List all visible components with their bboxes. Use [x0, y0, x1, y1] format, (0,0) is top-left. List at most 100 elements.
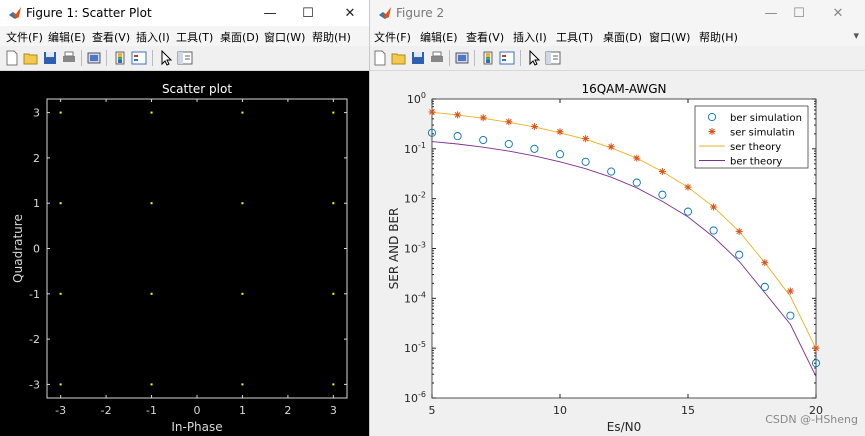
watermark-text: CSDN @-HSheng	[765, 413, 858, 426]
close-button[interactable]: ✕	[330, 0, 369, 26]
constellation-point	[241, 292, 244, 295]
menu-view[interactable]: 查看(V)	[92, 29, 130, 45]
ser-sim-point	[761, 259, 769, 267]
menu-bar: 文件(F) 编辑(E) 查看(V) 插入(I) 工具(T) 桌面(D) 窗口(W…	[0, 26, 369, 46]
legend-label: ser theory	[730, 142, 781, 153]
x-tick-label: 2	[284, 404, 291, 417]
figure-toolbar	[0, 46, 369, 71]
edit-plot-icon[interactable]	[526, 50, 542, 66]
figure1-window: Figure 1: Scatter Plot — ☐ ✕ 文件(F) 编辑(E)…	[0, 0, 370, 436]
new-figure-icon[interactable]	[372, 50, 388, 66]
insert-colorbar-icon[interactable]	[480, 50, 496, 66]
legend-label: ber theory	[730, 157, 782, 168]
menu-desktop[interactable]: 桌面(D)	[603, 29, 642, 45]
x-tick-label: 5	[429, 404, 436, 417]
ser-sim-point	[556, 128, 564, 136]
legend-marker-asterisk	[708, 128, 716, 135]
ser-sim-point	[582, 135, 590, 143]
property-inspector-icon[interactable]	[177, 50, 193, 66]
menu-insert[interactable]: 插入(I)	[136, 29, 170, 45]
x-tick-label: -1	[146, 404, 157, 417]
menu-help[interactable]: 帮助(H)	[699, 29, 738, 45]
menu-tools[interactable]: 工具(T)	[176, 29, 213, 45]
new-figure-icon[interactable]	[4, 50, 20, 66]
ser-sim-point	[454, 111, 462, 119]
open-file-icon[interactable]	[391, 50, 407, 66]
maximize-button[interactable]: ☐	[288, 0, 328, 26]
x-tick-label: -3	[55, 404, 66, 417]
ser-sim-point	[812, 344, 820, 352]
menu-edit[interactable]: 编辑(E)	[420, 29, 458, 45]
chart-title: Scatter plot	[162, 82, 232, 96]
x-axis-label: In-Phase	[171, 420, 222, 434]
window-titlebar[interactable]: Figure 2 — ☐ ✕	[370, 0, 865, 26]
y-tick-label: 2	[33, 152, 40, 165]
property-inspector-icon[interactable]	[545, 50, 561, 66]
save-icon[interactable]	[410, 50, 426, 66]
minimize-button[interactable]: —	[250, 0, 290, 26]
legend-label: ser simulatin	[730, 128, 795, 139]
y-tick-label: -3	[29, 378, 40, 391]
menu-insert[interactable]: 插入(I)	[513, 29, 547, 45]
constellation-point	[241, 111, 244, 114]
menu-help[interactable]: 帮助(H)	[312, 29, 351, 45]
figure-canvas: 16QAM-AWGN 5 10 15 20 100 10-1 10-2 10-3 10-4 10-5…	[370, 71, 865, 436]
y-tick-label: -1	[29, 288, 40, 301]
save-icon[interactable]	[42, 50, 58, 66]
constellation-point	[59, 292, 62, 295]
ser-sim-point	[633, 154, 641, 162]
constellation-point	[59, 202, 62, 205]
ser-sim-point	[658, 168, 666, 176]
insert-colorbar-icon[interactable]	[112, 50, 128, 66]
menu-desktop[interactable]: 桌面(D)	[220, 29, 259, 45]
figure-toolbar	[370, 46, 865, 71]
insert-legend-icon[interactable]	[499, 50, 515, 66]
dock-arrow-icon[interactable]: ▾	[853, 29, 859, 42]
menu-edit[interactable]: 编辑(E)	[48, 29, 86, 45]
x-tick-label: 3	[330, 404, 337, 417]
y-tick-label: 3	[33, 107, 40, 120]
print-icon[interactable]	[61, 50, 77, 66]
constellation-point	[332, 383, 335, 386]
x-tick-label: 0	[194, 404, 201, 417]
ser-ber-chart: 16QAM-AWGN5 10 15 2010010-110-210-310-410-5…	[370, 71, 865, 436]
link-plot-icon[interactable]	[454, 50, 470, 66]
maximize-button[interactable]: ☐	[779, 0, 819, 26]
menu-window[interactable]: 窗口(W)	[649, 29, 690, 45]
menu-bar: 文件(F) 编辑(E) 查看(V) 插入(I) 工具(T) 桌面(D) 窗口(W…	[370, 26, 865, 46]
x-tick-label: 15	[681, 404, 695, 417]
window-titlebar[interactable]: Figure 1: Scatter Plot — ☐ ✕	[0, 0, 369, 26]
menu-tools[interactable]: 工具(T)	[556, 29, 593, 45]
matlab-icon	[379, 7, 391, 19]
ser-sim-point	[786, 287, 794, 295]
y-axis-label: SER AND BER	[387, 208, 401, 290]
ser-sim-point	[735, 227, 743, 235]
figure-canvas: Scatter plot -3 -2 -1 0 1 2 3 3 2 1 0 -1 -2 -3 In-Phase…	[0, 71, 369, 436]
y-tick-label: -2	[29, 333, 40, 346]
open-file-icon[interactable]	[23, 50, 39, 66]
figure2-window: Figure 2 — ☐ ✕ 文件(F) 编辑(E) 查看(V) 插入(I) 工…	[370, 0, 865, 436]
constellation-point	[241, 202, 244, 205]
constellation-point	[332, 202, 335, 205]
menu-file[interactable]: 文件(F)	[6, 29, 43, 45]
ser-sim-point	[710, 203, 718, 211]
close-button[interactable]: ✕	[818, 0, 858, 26]
insert-legend-icon[interactable]	[131, 50, 147, 66]
link-plot-icon[interactable]	[86, 50, 102, 66]
plot-axes-box	[46, 98, 348, 399]
ser-sim-point	[505, 118, 513, 126]
x-tick-label: 1	[239, 404, 246, 417]
x-tick-label: 10	[553, 404, 567, 417]
chart-title: 16QAM-AWGN	[581, 82, 666, 96]
constellation-point	[150, 202, 153, 205]
y-tick-label: 1	[33, 197, 40, 210]
scatter-plot-chart: Scatter plot -3 -2 -1 0 1 2 3 3 2 1 0 -1 -2 -3 In-Phase…	[11, 82, 348, 434]
window-title: Figure 2	[396, 6, 445, 20]
edit-plot-icon[interactable]	[158, 50, 174, 66]
print-icon[interactable]	[429, 50, 445, 66]
menu-window[interactable]: 窗口(W)	[264, 29, 305, 45]
menu-view[interactable]: 查看(V)	[466, 29, 504, 45]
ser-sim-point	[479, 114, 487, 122]
constellation-point	[59, 383, 62, 386]
menu-file[interactable]: 文件(F)	[374, 29, 411, 45]
